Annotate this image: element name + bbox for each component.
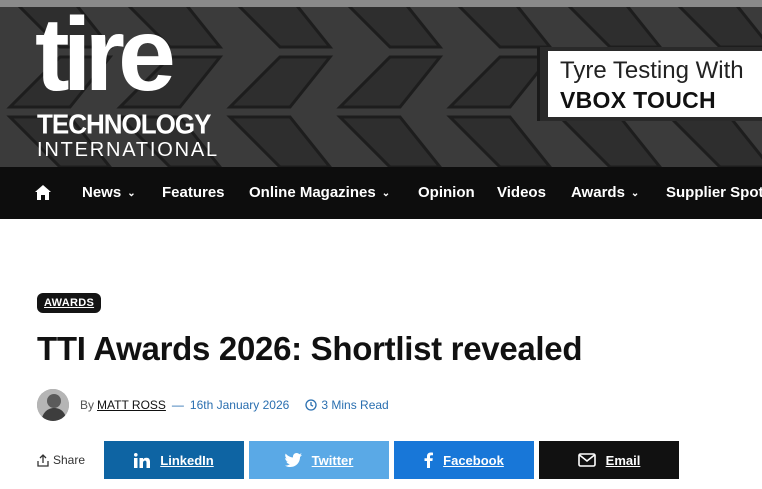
facebook-icon	[424, 452, 434, 468]
nav-item-features[interactable]: Features	[162, 167, 225, 219]
nav-item-label: Awards	[571, 184, 625, 201]
share-facebook-button[interactable]: Facebook	[394, 441, 534, 479]
share-button-label: Twitter	[311, 452, 354, 468]
advert-line-1: Tyre Testing With	[560, 57, 744, 84]
clock-icon	[305, 399, 317, 411]
home-icon[interactable]	[35, 185, 51, 200]
nav-item-label: News	[82, 184, 122, 201]
nav-item-videos[interactable]: Videos	[497, 167, 546, 219]
top-strip	[0, 0, 762, 7]
share-linkedin-button[interactable]: LinkedIn	[104, 441, 244, 479]
advert-panel: Tyre Testing With VBOX TOUCH	[548, 51, 762, 117]
twitter-icon	[284, 453, 302, 467]
share-button-label: Email	[605, 452, 641, 468]
share-twitter-button[interactable]: Twitter	[249, 441, 389, 479]
author-photo	[37, 389, 69, 421]
nav-item-label: Features	[162, 184, 225, 201]
site-header: tire TECHNOLOGY INTERNATIONAL Tyre Testi…	[0, 7, 762, 167]
logo-international-text: INTERNATIONAL	[37, 139, 219, 161]
nav-item-awards[interactable]: Awards ⌄	[571, 167, 639, 219]
logo-tire-text: tire	[35, 7, 176, 113]
share-section-label: Share	[37, 453, 85, 467]
nav-item-label: Videos	[497, 184, 546, 201]
share-button-label: Facebook	[443, 452, 504, 468]
nav-item-label: Online Magazines	[249, 184, 376, 201]
read-time: 3 Mins Read	[321, 398, 389, 412]
article-meta: By MATT ROSS — 16th January 2026 3 Mins Read	[80, 398, 389, 412]
chevron-down-icon: ⌄	[630, 188, 640, 199]
nav-item-opinion[interactable]: Opinion	[418, 167, 475, 219]
advert-line-2: VBOX TOUCH	[560, 87, 716, 113]
header-advert[interactable]: Tyre Testing With VBOX TOUCH	[537, 47, 762, 121]
meta-separator: —	[171, 398, 184, 412]
main-navigation: News ⌄ Features Online Magazines ⌄ Opinion…	[0, 167, 762, 219]
share-button-label: LinkedIn	[160, 452, 214, 468]
nav-item-online-magazines[interactable]: Online Magazines ⌄	[249, 167, 390, 219]
category-badge[interactable]: AWARDS	[37, 293, 102, 313]
site-logo[interactable]: tire TECHNOLOGY INTERNATIONAL	[35, 7, 217, 167]
publish-date: 16th January 2026	[189, 398, 290, 412]
author-avatar[interactable]	[37, 389, 69, 421]
article-title: TTI Awards 2026: Shortlist revealed	[37, 330, 583, 367]
share-label-text: Share	[53, 453, 86, 467]
nav-item-news[interactable]: News ⌄	[82, 167, 136, 219]
linkedin-icon	[134, 452, 151, 468]
share-email-button[interactable]: Email	[539, 441, 679, 479]
by-label: By	[80, 398, 95, 412]
nav-item-label: Supplier Spot	[666, 184, 762, 201]
chevron-down-icon: ⌄	[127, 188, 136, 199]
logo-technology-text: TECHNOLOGY	[37, 108, 211, 140]
email-icon	[577, 453, 596, 467]
nav-item-supplier-spotlight[interactable]: Supplier Spot	[666, 167, 762, 219]
nav-item-label: Opinion	[418, 184, 475, 201]
author-link[interactable]: MATT ROSS	[97, 398, 166, 412]
share-icon	[37, 454, 49, 467]
chevron-down-icon: ⌄	[381, 188, 391, 199]
